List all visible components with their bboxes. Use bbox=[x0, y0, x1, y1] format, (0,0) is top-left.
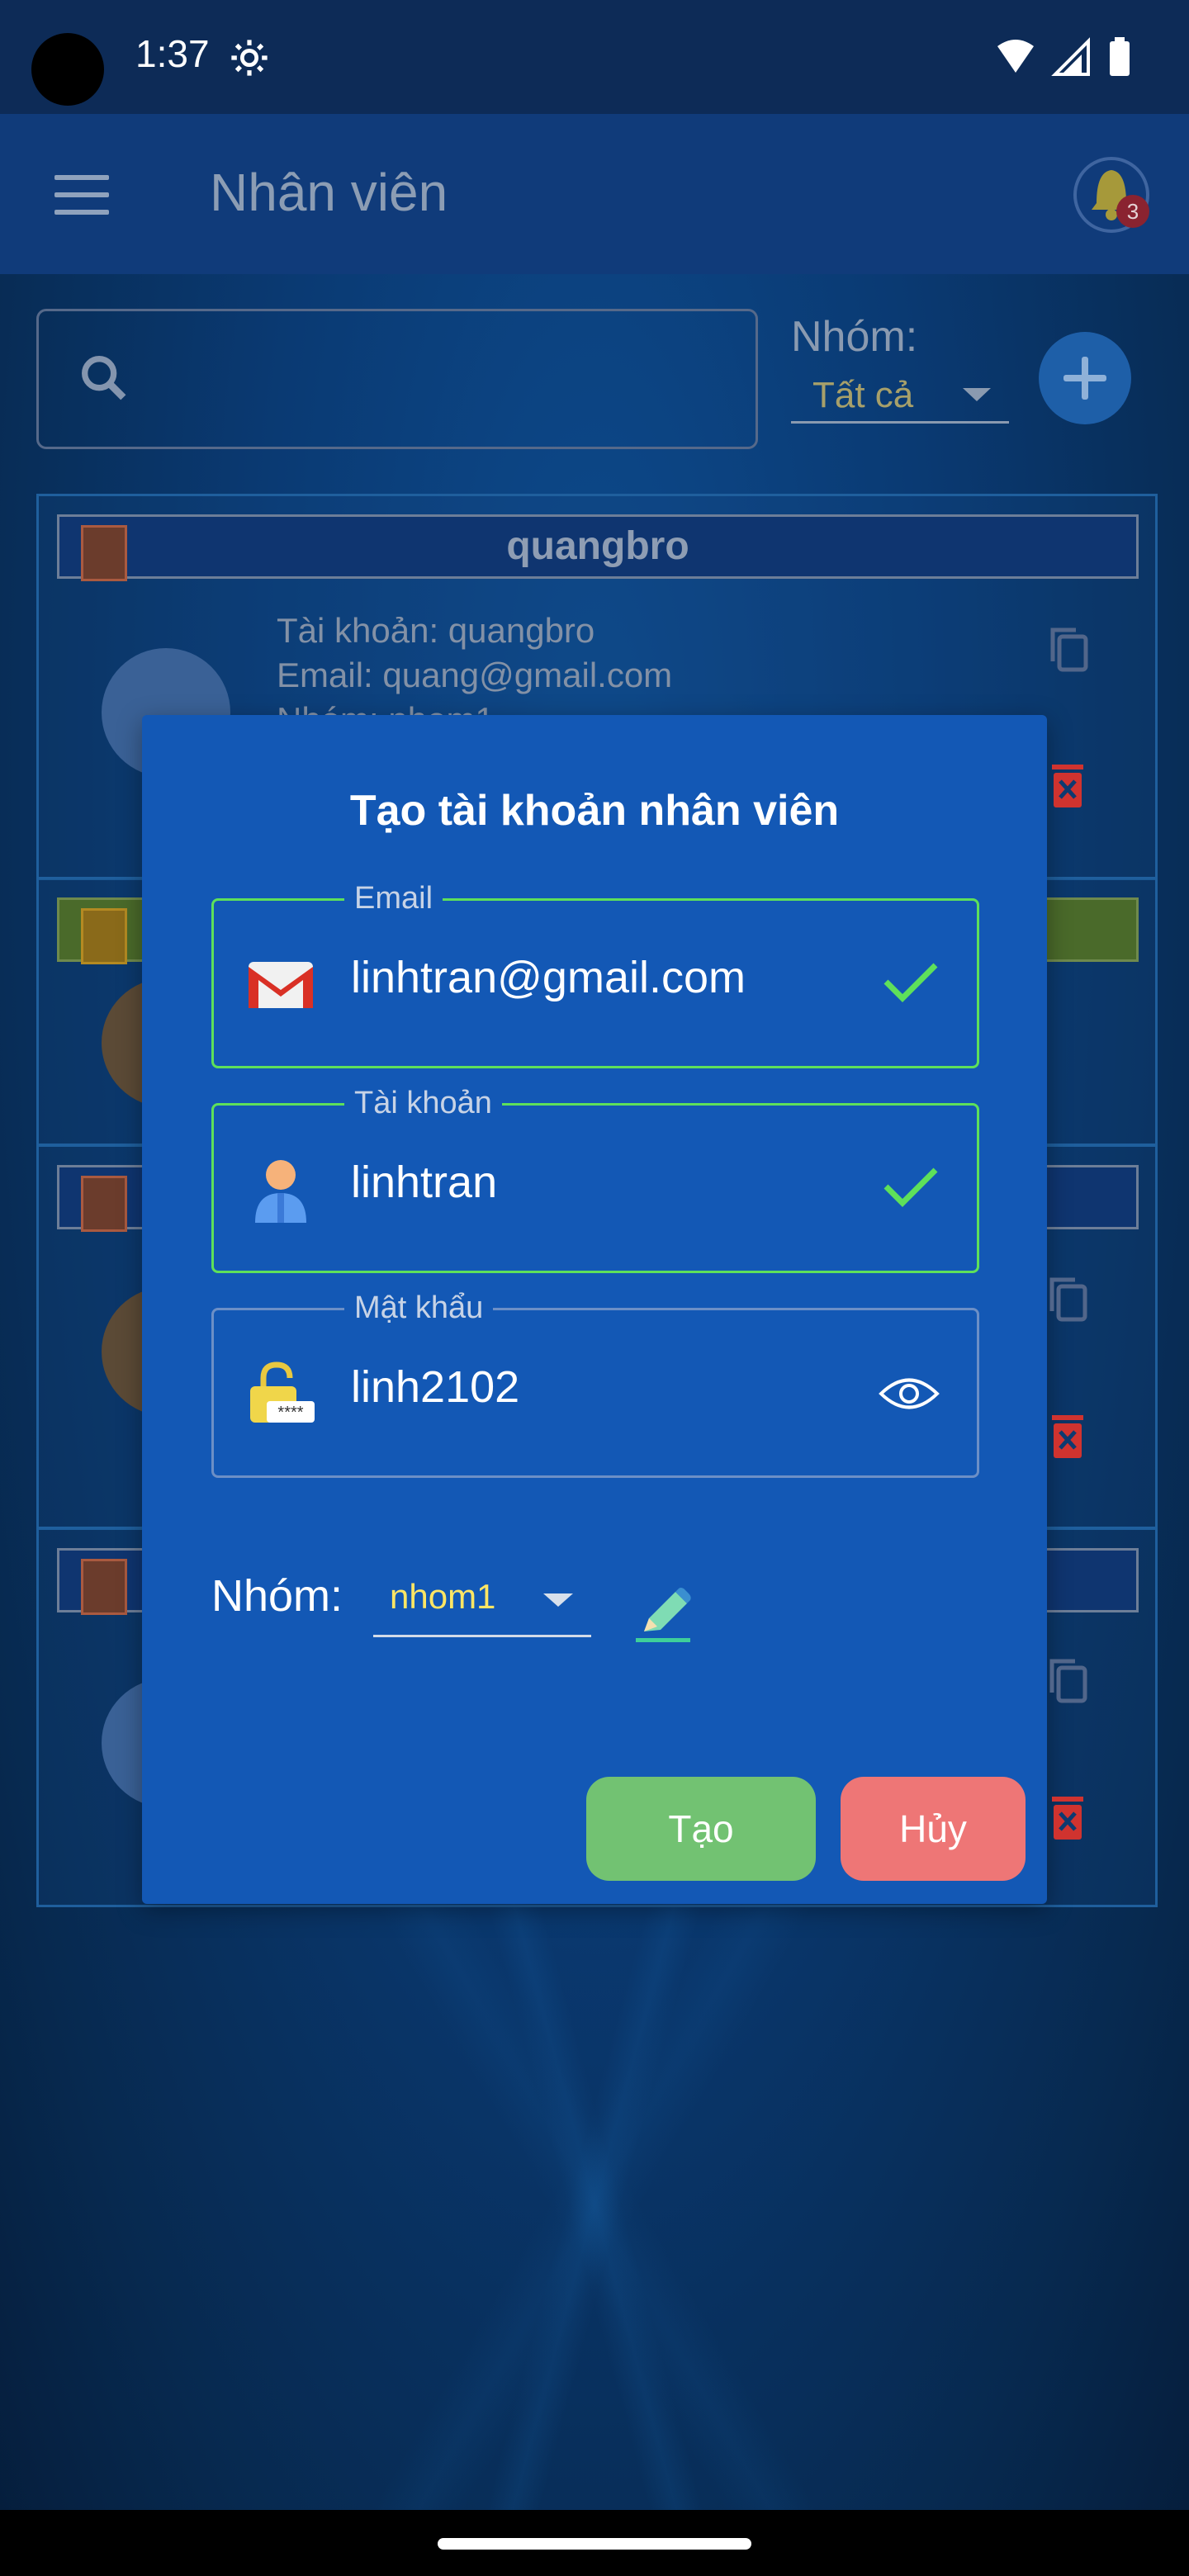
password-value: linh2102 bbox=[351, 1362, 520, 1412]
account-label: Tài khoản bbox=[344, 1086, 502, 1121]
staff-badge-icon bbox=[81, 1176, 127, 1232]
group-filter-label: Nhóm: bbox=[791, 313, 918, 361]
password-label: Mật khẩu bbox=[344, 1290, 494, 1326]
gmail-icon bbox=[249, 962, 313, 1008]
card-email: Email: quang@gmail.com bbox=[277, 656, 673, 694]
search-icon bbox=[82, 356, 126, 400]
copy-icon[interactable] bbox=[1048, 625, 1089, 673]
camera-cutout bbox=[31, 33, 104, 106]
card-group: Nhóm: nhom1 bbox=[277, 698, 495, 716]
wifi-icon bbox=[997, 40, 1034, 73]
svg-text:****: **** bbox=[277, 1404, 303, 1422]
trash-icon[interactable] bbox=[1049, 761, 1087, 809]
copy-icon[interactable] bbox=[1047, 1656, 1088, 1704]
cancel-button[interactable]: Hủy bbox=[841, 1777, 1026, 1881]
system-navigation-bar bbox=[0, 2510, 1189, 2576]
system-status-icons bbox=[997, 37, 1130, 76]
group-filter-value: Tất cả bbox=[812, 375, 914, 415]
group-select[interactable]: nhom1 bbox=[373, 1565, 591, 1637]
chevron-down-icon bbox=[963, 388, 991, 401]
add-employee-button[interactable] bbox=[1039, 332, 1131, 424]
card-name: quangbro bbox=[506, 524, 689, 568]
card-account: Tài khoản: quangbro bbox=[277, 611, 595, 650]
lock-icon: **** bbox=[250, 1361, 315, 1423]
battery-icon bbox=[1110, 41, 1130, 76]
group-label: Nhóm: bbox=[211, 1571, 343, 1621]
search-input[interactable] bbox=[36, 309, 758, 449]
create-button[interactable]: Tạo bbox=[586, 1777, 816, 1881]
card-header: quangbro bbox=[57, 514, 1139, 581]
account-value: linhtran bbox=[351, 1158, 498, 1207]
group-filter-select[interactable]: Tất cả bbox=[791, 370, 1009, 424]
notification-count: 3 bbox=[1127, 199, 1139, 224]
staff-badge-icon bbox=[81, 1559, 127, 1615]
bell-icon[interactable]: 3 bbox=[1073, 154, 1153, 236]
app-bar: Nhân viên 3 bbox=[0, 114, 1189, 274]
create-account-dialog: Tạo tài khoản nhân viên Email linhtran@g… bbox=[142, 715, 1047, 1904]
edit-icon[interactable] bbox=[632, 1585, 694, 1645]
dialog-title: Tạo tài khoản nhân viên bbox=[349, 787, 840, 835]
key-badge-icon bbox=[81, 908, 127, 964]
check-icon bbox=[883, 963, 938, 1002]
chevron-down-icon bbox=[543, 1593, 573, 1607]
menu-icon[interactable] bbox=[54, 175, 109, 215]
trash-icon[interactable] bbox=[1049, 1412, 1087, 1460]
password-field[interactable]: Mật khẩu **** linh2102 bbox=[211, 1290, 979, 1478]
copy-icon[interactable] bbox=[1047, 1275, 1088, 1323]
account-field[interactable]: Tài khoản linhtran bbox=[211, 1086, 979, 1273]
home-handle[interactable] bbox=[438, 2538, 751, 2550]
email-label: Email bbox=[344, 881, 443, 916]
status-bar: 1:37 bbox=[0, 0, 1189, 114]
email-value: linhtran@gmail.com bbox=[351, 953, 746, 1002]
group-value: nhom1 bbox=[390, 1577, 496, 1616]
email-field[interactable]: Email linhtran@gmail.com bbox=[211, 881, 979, 1068]
eye-icon[interactable] bbox=[878, 1373, 940, 1414]
check-icon bbox=[883, 1167, 938, 1207]
page-title: Nhân viên bbox=[210, 163, 448, 222]
settings-gear-icon bbox=[231, 40, 268, 76]
status-time: 1:37 bbox=[135, 32, 210, 75]
trash-icon[interactable] bbox=[1049, 1793, 1087, 1841]
background-rays bbox=[0, 1899, 1189, 2510]
user-icon bbox=[255, 1160, 306, 1223]
